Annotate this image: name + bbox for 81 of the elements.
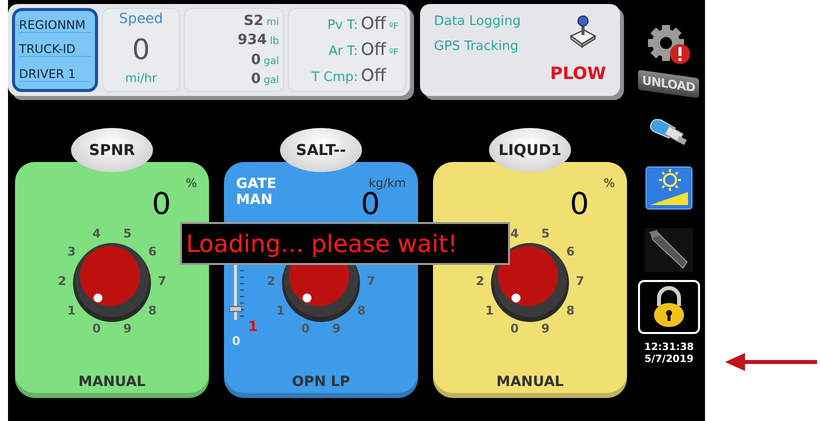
clock-time: 12:31:38 (644, 342, 694, 354)
temperature-label: Pv T: (327, 18, 358, 33)
dial-scale-label: 6 (148, 244, 157, 259)
temperature-label: T Cmp: (311, 70, 358, 85)
dial-scale-label: 9 (541, 322, 550, 336)
total-value: 0 (250, 71, 261, 88)
dial-scale-label: 0 (510, 322, 519, 336)
dial-scale-label: 4 (92, 226, 101, 240)
status-item: Data Logging (434, 14, 522, 29)
wrench-icon[interactable] (645, 228, 693, 272)
loading-dialog: Loading... please wait! (180, 222, 510, 265)
speed-label: Speed (119, 11, 163, 27)
unload-button[interactable]: UNLOAD (638, 70, 700, 98)
dial-scale-label: 0 (301, 322, 310, 336)
total-value: S2 (244, 12, 264, 29)
id-line: DRIVER 1 (19, 67, 91, 82)
dial-knob[interactable] (73, 243, 151, 322)
dial-scale-label: 9 (332, 322, 341, 336)
temperature-unit: ºF (389, 22, 398, 32)
id-line: REGIONNM (19, 18, 91, 33)
dial-scale-label: 4 (510, 226, 519, 240)
total-unit: mi (266, 16, 279, 28)
dial-scale-label: 6 (566, 244, 575, 259)
dial-scale-label: 8 (148, 303, 157, 318)
dial-scale-label: 7 (576, 274, 584, 288)
gate-mode: MAN (236, 192, 274, 208)
temperature-value: Off (360, 66, 386, 86)
plow-mode-label: PLOW (550, 64, 606, 84)
dial-scale-label: 8 (357, 303, 366, 318)
dial-scale-label: 9 (123, 322, 132, 336)
speed-value: 0 (132, 32, 150, 66)
settings-icon[interactable] (646, 24, 692, 66)
total-unit: lb (270, 36, 279, 48)
temperature-unit: ºF (389, 48, 398, 58)
dial-scale-label: 5 (123, 226, 132, 240)
status-item: GPS Tracking (434, 39, 520, 54)
gate-slider-thumb[interactable] (229, 306, 242, 312)
channel-button[interactable]: LIQUD1 (489, 128, 571, 172)
total-unit: gal (264, 56, 279, 67)
dial-scale-label: 8 (566, 303, 575, 318)
mode-label: OPN LP (291, 373, 351, 390)
usb-drive-icon[interactable] (649, 116, 689, 146)
gate-setting: 1 (248, 320, 259, 336)
total-unit: gal (264, 75, 279, 86)
temperature-label: Ar T: (328, 44, 358, 59)
temperature-value: Off (360, 14, 386, 34)
dial-scale-label: 0 (92, 322, 101, 336)
padlock-icon (652, 286, 686, 328)
dial-scale-label: 5 (541, 226, 550, 240)
rate-value: 0 (360, 190, 380, 220)
mode-label: MANUAL (495, 373, 565, 390)
unit-label: kg/km (368, 176, 406, 190)
lock-button[interactable] (638, 280, 700, 334)
dial-scale-label: 1 (276, 303, 285, 318)
temperature-value: Off (360, 40, 386, 60)
id-box[interactable]: REGIONNM TRUCK-ID DRIVER 1 (12, 8, 98, 92)
total-value: 934 (238, 32, 267, 48)
dial-scale-label: 7 (366, 274, 376, 288)
rate-value: 0 (570, 190, 589, 220)
mode-label: MANUAL (77, 373, 147, 390)
dial-scale-label: 7 (158, 274, 166, 288)
gate-minimum: 0 (232, 335, 242, 349)
speed-unit: mi/hr (125, 71, 157, 85)
dial-scale-label: 2 (476, 274, 484, 288)
dial-knob[interactable] (491, 243, 569, 322)
unit-label: % (186, 176, 197, 190)
clock-date: 5/7/2019 (644, 354, 694, 366)
unit-label: % (604, 176, 615, 190)
dial-scale-label: 2 (58, 274, 66, 288)
dial-scale-label: 1 (485, 303, 494, 318)
joystick-icon[interactable] (568, 14, 598, 48)
brightness-icon[interactable] (645, 166, 693, 210)
id-line: TRUCK-ID (19, 42, 91, 58)
dial-scale-label: 2 (266, 274, 276, 288)
rate-value: 0 (152, 190, 171, 220)
channel-button[interactable]: SPNR (71, 128, 153, 172)
dial-scale-label: 1 (67, 303, 76, 318)
channel-button[interactable]: SALT-- (280, 128, 362, 172)
total-value: 0 (250, 52, 261, 68)
gate-label: GATE (236, 176, 276, 192)
dial-scale-label: 3 (67, 244, 76, 259)
